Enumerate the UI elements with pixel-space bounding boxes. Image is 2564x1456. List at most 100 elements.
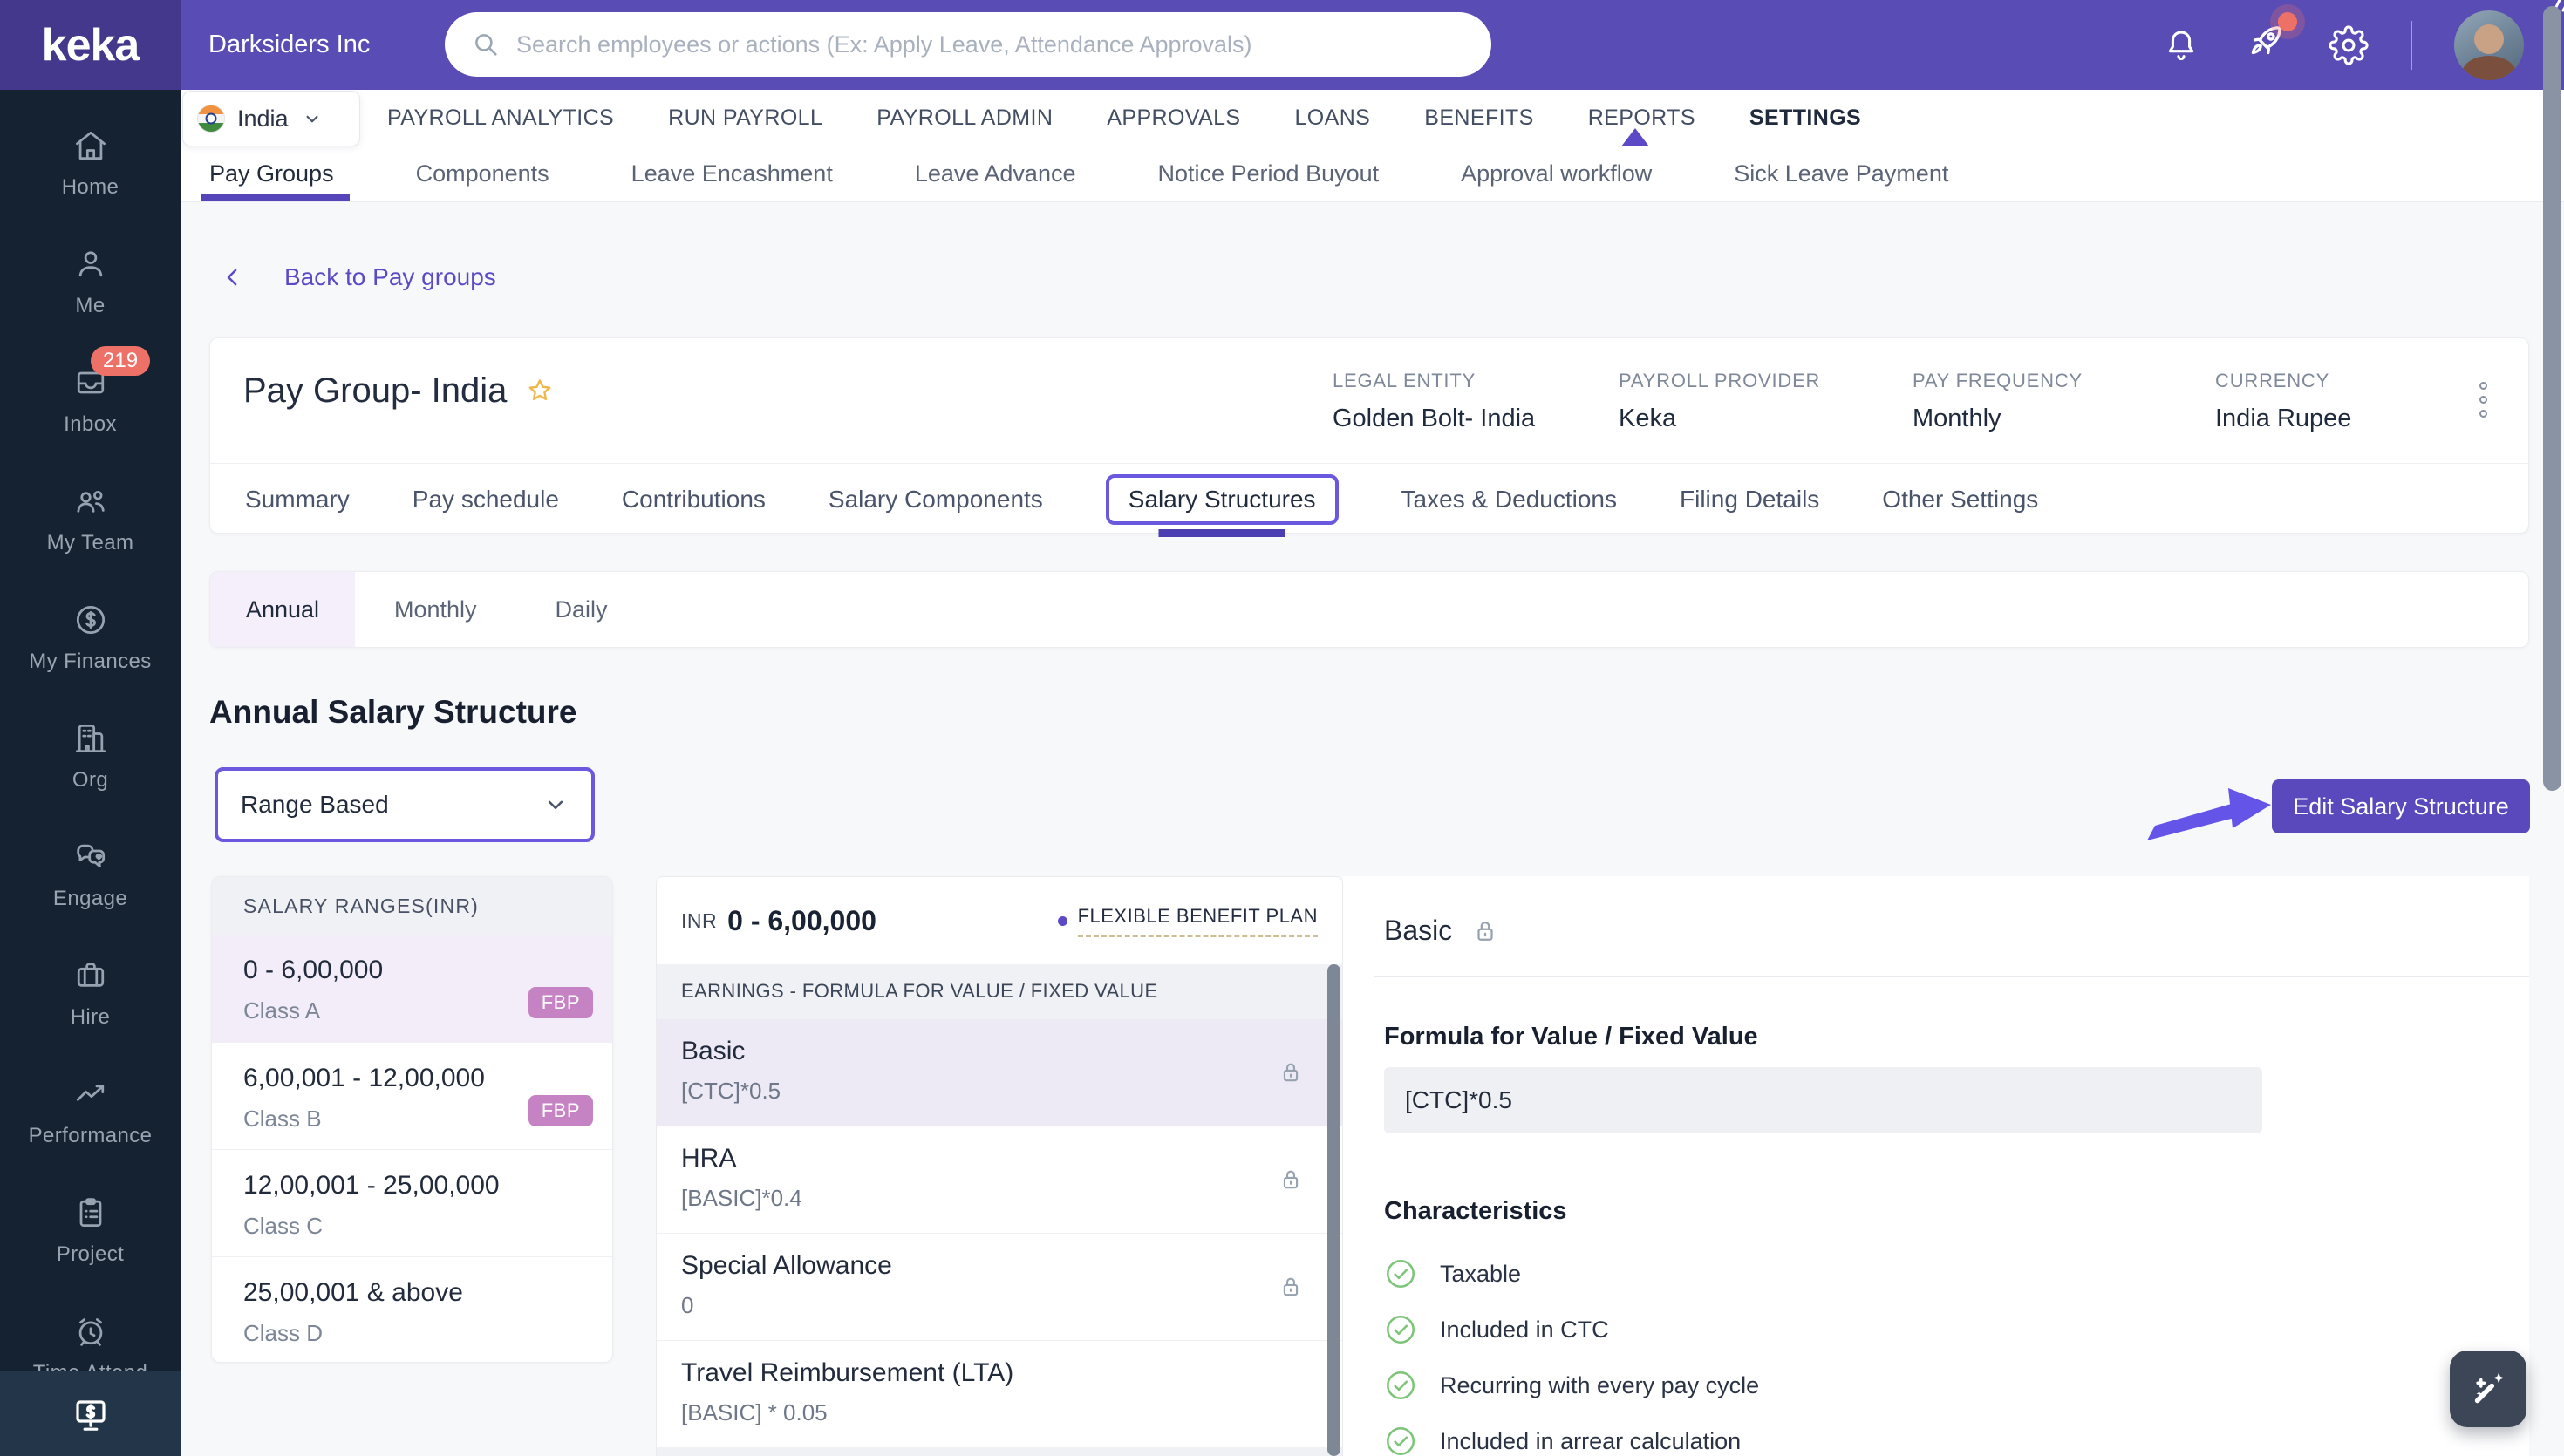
sidebar-item-my-finances[interactable]: My Finances [0,578,181,697]
tab-reports[interactable]: REPORTS [1588,105,1695,131]
sidebar-item-engage[interactable]: Engage [0,815,181,934]
plan-dot-icon [1058,916,1067,926]
sidebar-item-my-team[interactable]: My Team [0,459,181,578]
earning-row-hra[interactable]: HRA [BASIC]*0.4 [657,1126,1342,1233]
subnav-notice-period-buyout[interactable]: Notice Period Buyout [1157,146,1379,201]
formula-label: Formula for Value / Fixed Value [1384,1023,1758,1051]
clipboard-icon [72,1194,110,1232]
lock-icon [1276,1058,1306,1087]
fbp-badge: FBP [528,987,593,1018]
structure-type-select[interactable]: Range Based [215,767,595,842]
gear-icon[interactable] [2329,25,2369,65]
sidebar-item-home[interactable]: Home [0,104,181,222]
subnav-pay-groups[interactable]: Pay Groups [209,146,334,201]
building-icon [72,719,110,758]
country-selector[interactable]: India [182,91,360,146]
tab-approvals[interactable]: APPROVALS [1107,105,1240,131]
salary-ranges-panel: SALARY RANGES(INR) 0 - 6,00,000 Class A … [211,876,613,1363]
detail-title: Basic [1384,915,1452,947]
earnings-section-header: EARNINGS - FORMULA FOR VALUE / FIXED VAL… [657,964,1342,1018]
sidebar-item-me[interactable]: Me [0,222,181,341]
tab-pay-schedule[interactable]: Pay schedule [413,486,559,514]
tab-salary-structures[interactable]: Salary Structures [1106,474,1339,525]
tab-salary-components[interactable]: Salary Components [829,486,1043,514]
salary-range-row[interactable]: 12,00,001 - 25,00,000 Class C [212,1149,612,1256]
chat-icon [72,838,110,876]
divider [1374,976,2529,977]
characteristic-item: Recurring with every pay cycle [1384,1369,1759,1402]
earning-row-basic[interactable]: Basic [CTC]*0.5 [657,1018,1342,1126]
formula-value-box: [CTC]*0.5 [1384,1067,2262,1133]
tab-summary[interactable]: Summary [245,486,350,514]
check-circle-icon [1384,1257,1417,1290]
chevron-down-icon [542,792,569,818]
settings-subnav: Pay Groups Components Leave Encashment L… [181,146,2564,202]
module-nav: India PAYROLL ANALYTICS RUN PAYROLL PAYR… [181,90,2564,146]
characteristic-item: Included in CTC [1384,1313,1609,1346]
meta-payroll-provider: PAYROLL PROVIDER Keka [1619,370,1820,433]
tab-settings[interactable]: SETTINGS [1749,105,1861,131]
trend-icon [72,1075,110,1113]
sidebar-item-performance[interactable]: Performance [0,1052,181,1171]
global-search [445,12,1491,77]
sidebar-item-project[interactable]: Project [0,1171,181,1289]
earnings-scrollbar[interactable] [1327,964,1340,1456]
lock-icon [1470,915,1501,947]
tab-daily[interactable]: Daily [516,572,647,647]
subnav-sick-leave-payment[interactable]: Sick Leave Payment [1734,146,1948,201]
salary-range-row[interactable]: 6,00,001 - 12,00,000 Class B FBP [212,1042,612,1149]
sidebar: Home Me Inbox 219 My Team My Finances Or… [0,90,181,1456]
salary-range-row[interactable]: 0 - 6,00,000 Class A FBP [212,935,612,1042]
subnav-components[interactable]: Components [416,146,549,201]
tab-annual[interactable]: Annual [210,572,355,647]
subnav-leave-encashment[interactable]: Leave Encashment [631,146,833,201]
notification-dot [2278,12,2297,31]
back-to-pay-groups-link[interactable]: Back to Pay groups [220,263,496,291]
tab-taxes-deductions[interactable]: Taxes & Deductions [1401,486,1617,514]
tab-run-payroll[interactable]: RUN PAYROLL [668,105,822,131]
edit-salary-structure-button[interactable]: Edit Salary Structure [2272,779,2530,833]
magic-wand-button[interactable] [2450,1351,2526,1427]
tab-other-settings[interactable]: Other Settings [1882,486,2038,514]
page-scrollbar[interactable] [2543,6,2561,791]
people-icon [72,482,110,520]
tab-monthly[interactable]: Monthly [355,572,516,647]
tab-benefits[interactable]: BENEFITS [1424,105,1533,131]
next-section-peek [657,1447,1342,1456]
subnav-leave-advance[interactable]: Leave Advance [915,146,1076,201]
favorite-star-icon[interactable] [524,376,556,407]
sidebar-item-hire[interactable]: Hire [0,934,181,1052]
meta-pay-frequency: PAY FREQUENCY Monthly [1913,370,2083,433]
keka-logo[interactable]: keka [0,0,181,90]
meta-legal-entity: LEGAL ENTITY Golden Bolt- India [1333,370,1535,433]
lock-icon [1276,1272,1306,1302]
selected-range-amount: 0 - 6,00,000 [727,905,876,937]
subnav-approval-workflow[interactable]: Approval workflow [1461,146,1652,201]
person-icon [72,245,110,283]
topbar: keka Darksiders Inc [0,0,2564,90]
tab-contributions[interactable]: Contributions [622,486,766,514]
user-avatar[interactable] [2454,10,2524,80]
payroll-monitor-icon [70,1393,112,1435]
earning-row-special-allowance[interactable]: Special Allowance 0 [657,1233,1342,1340]
tab-filing-details[interactable]: Filing Details [1680,486,1819,514]
search-input[interactable] [516,31,1465,58]
tab-payroll-analytics[interactable]: PAYROLL ANALYTICS [387,105,614,131]
sidebar-item-payroll-active[interactable] [0,1371,181,1456]
salary-ranges-header: SALARY RANGES(INR) [212,877,612,935]
characteristics-label: Characteristics [1384,1197,1567,1226]
bell-icon[interactable] [2161,25,2201,65]
kebab-menu-icon[interactable] [2474,377,2492,423]
flexible-benefit-plan-link[interactable]: FLEXIBLE BENEFIT PLAN [1058,905,1318,937]
tab-payroll-admin[interactable]: PAYROLL ADMIN [876,105,1053,131]
briefcase-icon [72,956,110,995]
india-flag-icon [197,105,225,133]
sidebar-item-inbox[interactable]: Inbox 219 [0,341,181,459]
tab-loans[interactable]: LOANS [1295,105,1371,131]
earning-row-travel-reimbursement[interactable]: Travel Reimbursement (LTA) [BASIC] * 0.0… [657,1340,1342,1447]
salary-range-row[interactable]: 25,00,001 & above Class D [212,1256,612,1363]
active-tab-pointer [1621,128,1649,146]
whats-new-rocket[interactable] [2243,21,2287,69]
sidebar-item-org[interactable]: Org [0,697,181,815]
alarm-clock-icon [72,1312,110,1351]
